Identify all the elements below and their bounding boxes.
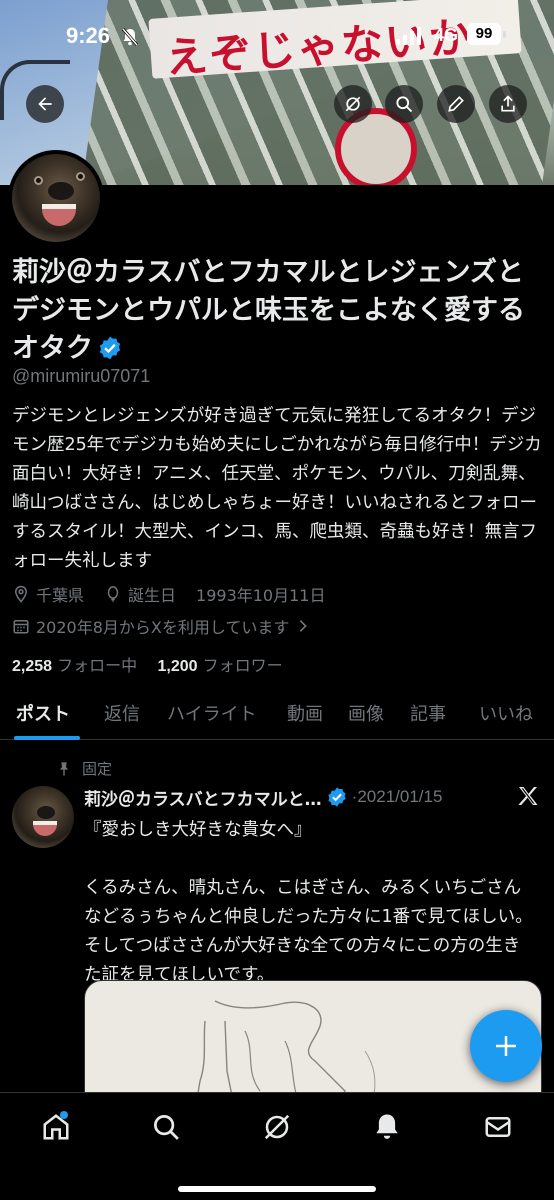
post-avatar-mouth xyxy=(33,821,57,836)
messages-icon xyxy=(485,1117,511,1137)
post-avatar-snout xyxy=(37,806,55,819)
post-header: 莉沙＠カラスバとフカマルと… ·2021/01/15 xyxy=(84,784,504,810)
x-logo-icon[interactable] xyxy=(516,784,540,808)
profile-joined: 2020年8月からXを利用しています xyxy=(36,618,290,637)
profile-meta-location-birthday: 千葉県 誕生日 1993年10月11日 xyxy=(12,582,325,606)
edit-button[interactable] xyxy=(437,85,475,123)
notifications-icon xyxy=(376,1114,398,1139)
share-button[interactable] xyxy=(489,85,527,123)
tab-likes[interactable]: いいね xyxy=(479,700,533,726)
tab-posts[interactable]: ポスト xyxy=(16,700,70,726)
nav-messages[interactable] xyxy=(478,1109,518,1145)
profile-location: 千葉県 xyxy=(36,586,85,605)
tab-replies[interactable]: 返信 xyxy=(104,700,140,726)
grok-icon xyxy=(264,1114,290,1140)
post-date[interactable]: ·2021/01/15 xyxy=(352,787,443,807)
profile-avatar[interactable] xyxy=(8,150,104,246)
display-name-text: 莉沙＠カラスバとフカマルとレジェンズとデジモンとウパルと味玉をこよなく愛するオタ… xyxy=(12,257,525,364)
birthday-label: 誕生日 xyxy=(128,586,177,605)
post-verified-badge-icon xyxy=(328,787,346,807)
pin-icon xyxy=(60,761,68,776)
followers-link[interactable]: 1,200 フォロワー xyxy=(158,656,283,675)
tab-photos[interactable]: 画像 xyxy=(348,700,384,726)
tab-highlights[interactable]: ハイライト xyxy=(167,700,257,726)
avatar-eye-left xyxy=(34,176,43,185)
post-author-name[interactable]: 莉沙＠カラスバとフカマルと… xyxy=(84,785,322,810)
nav-grok[interactable] xyxy=(257,1109,297,1145)
display-name: 莉沙＠カラスバとフカマルとレジェンズとデジモンとウパルと味玉をこよなく愛するオタ… xyxy=(12,254,532,368)
active-tab-indicator xyxy=(14,736,80,740)
verified-badge-icon[interactable] xyxy=(97,335,123,361)
avatar-mouth xyxy=(42,204,76,226)
bottom-navigation xyxy=(0,1092,554,1200)
nav-notifications[interactable] xyxy=(367,1109,407,1145)
search-icon xyxy=(154,1115,179,1140)
status-time: 9:26 xyxy=(66,23,111,48)
post-text: 『愛おしき大好きな貴女へ』 くるみさん、晴丸さん、こはぎさん、みるくいちごさんな… xyxy=(84,820,533,985)
calendar-icon xyxy=(13,620,29,634)
chevron-right-icon xyxy=(300,620,308,632)
grok-icon xyxy=(345,96,361,112)
home-notification-dot xyxy=(60,1111,68,1119)
compose-button[interactable] xyxy=(470,1010,542,1082)
back-button[interactable] xyxy=(26,85,64,123)
following-link[interactable]: 2,258 フォロー中 xyxy=(12,656,137,675)
location-pin-icon xyxy=(14,585,28,603)
profile-bio: デジモンとレジェンズが好き過ぎて元気に発狂してるオタク！デジモン歴25年でデジカ… xyxy=(12,406,542,571)
follow-counts: 2,258 フォロー中 1,200 フォロワー xyxy=(12,652,283,676)
followers-count: 1,200 xyxy=(157,658,198,675)
home-indicator[interactable] xyxy=(178,1186,376,1192)
avatar-eye-right xyxy=(76,172,85,181)
silent-mode-icon xyxy=(121,28,139,51)
following-count: 2,258 xyxy=(12,658,53,675)
profile-joined-row[interactable]: 2020年8月からXを利用しています xyxy=(12,614,317,638)
tab-articles[interactable]: 記事 xyxy=(410,700,446,726)
avatar-snout xyxy=(48,182,74,200)
followers-label: フォロワー xyxy=(202,656,283,675)
grok-button[interactable] xyxy=(334,85,372,123)
balloon-icon xyxy=(107,586,119,602)
pinned-label: 固定 xyxy=(82,760,113,778)
status-bar: 9:26 4G 99 xyxy=(0,18,554,58)
plus-icon xyxy=(496,1036,516,1056)
nav-search[interactable] xyxy=(146,1109,186,1145)
back-arrow-icon xyxy=(38,97,52,111)
following-label: フォロー中 xyxy=(57,656,138,675)
edit-icon xyxy=(448,96,464,112)
profile-birthday: 1993年10月11日 xyxy=(196,586,326,605)
nav-home[interactable] xyxy=(36,1109,76,1145)
battery-tip xyxy=(503,31,506,38)
tab-videos[interactable]: 動画 xyxy=(287,700,323,726)
battery-level: 99 xyxy=(467,23,501,45)
network-type: 4G xyxy=(434,25,459,45)
profile-handle: @mirumiru07071 xyxy=(12,366,151,386)
search-icon xyxy=(396,96,413,113)
avatar xyxy=(12,154,100,242)
pinned-indicator: 固定 xyxy=(56,758,112,779)
share-icon xyxy=(501,95,515,112)
search-button[interactable] xyxy=(385,85,423,123)
post-author-avatar[interactable] xyxy=(12,786,74,848)
profile-tabs: ポスト 返信 ハイライト 動画 画像 記事 いいね xyxy=(0,690,554,740)
cellular-signal-icon xyxy=(396,27,421,45)
